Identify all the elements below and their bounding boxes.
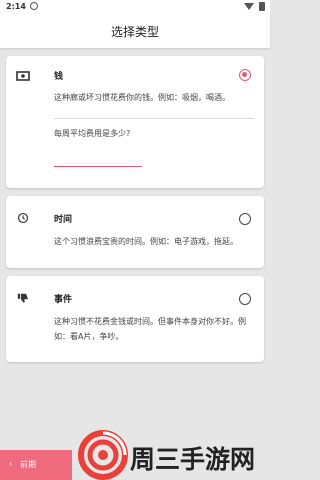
page-title: 选择类型 bbox=[110, 25, 159, 39]
option-card-time[interactable]: 时间 这个习惯浪费宝贵的时间。例如：电子游戏，拖延。 bbox=[6, 196, 264, 268]
back-button-label: 前期 bbox=[20, 460, 36, 469]
back-arrow-icon: ‹ bbox=[9, 459, 13, 468]
option-desc-time: 这个习惯浪费宝贵的时间。例如：电子游戏，拖延。 bbox=[54, 237, 238, 246]
brand-text: 周三手游网 bbox=[130, 445, 256, 474]
option-title-money: 钱 bbox=[54, 72, 64, 82]
clock-icon bbox=[17, 212, 29, 224]
weekly-cost-question: 每周平均费用是多少? bbox=[54, 129, 131, 138]
thumbs-down-icon bbox=[17, 293, 28, 303]
back-button[interactable]: ‹ 前期 bbox=[0, 450, 72, 480]
app-bar: 选择类型 bbox=[0, 14, 270, 48]
radio-time[interactable] bbox=[239, 213, 251, 225]
option-card-event[interactable]: 事件 这种习惯不花费金钱或时间。但事件本身对你不好。例如：看A片，争吵。 bbox=[6, 276, 264, 362]
notification-icon bbox=[30, 2, 38, 10]
weekly-cost-input[interactable] bbox=[54, 166, 142, 167]
option-desc-money: 这种廊或坏习惯花费你的钱。例如：吸烟，喝酒。 bbox=[54, 93, 230, 102]
status-bar: 2:14 bbox=[0, 0, 270, 14]
option-title-event: 事件 bbox=[54, 295, 73, 305]
radio-money[interactable] bbox=[239, 69, 251, 81]
wifi-icon bbox=[244, 3, 254, 10]
battery-icon bbox=[259, 2, 265, 11]
brand-logo-icon bbox=[78, 430, 128, 480]
option-title-time: 时间 bbox=[54, 215, 73, 225]
brand-watermark: 周三手游网 bbox=[78, 430, 270, 480]
option-card-money[interactable]: 钱 这种廊或坏习惯花费你的钱。例如：吸烟，喝酒。 每周平均费用是多少? bbox=[6, 56, 264, 188]
money-icon bbox=[16, 71, 30, 81]
divider bbox=[54, 118, 254, 119]
option-desc-event: 这种习惯不花费金钱或时间。但事件本身对你不好。例如：看A片，争吵。 bbox=[54, 317, 246, 341]
radio-event[interactable] bbox=[239, 293, 251, 305]
status-time: 2:14 bbox=[6, 2, 26, 11]
